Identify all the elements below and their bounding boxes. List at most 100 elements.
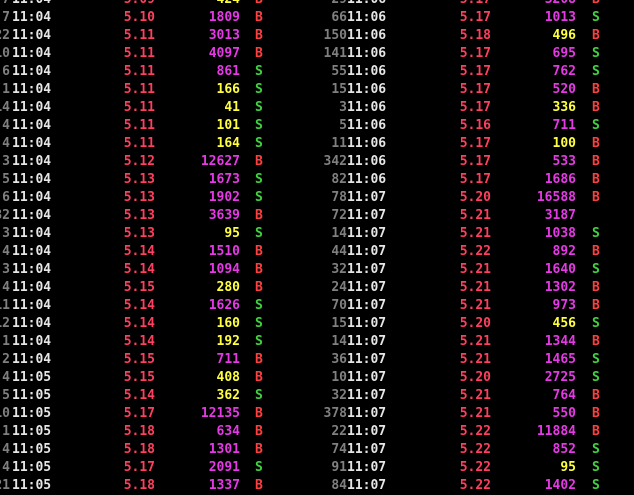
trade-time: 11:04 bbox=[12, 0, 51, 9]
trade-time: 11:06 bbox=[347, 100, 387, 115]
trade-price: 5.17 bbox=[123, 406, 155, 421]
trade-side: B bbox=[255, 154, 263, 169]
trade-volume: 550 bbox=[552, 406, 576, 421]
trade-side: S bbox=[592, 64, 600, 79]
trade-side: S bbox=[255, 388, 263, 403]
tick-row: 4 11:04 5.14 1510 B bbox=[0, 243, 320, 261]
trade-side: B bbox=[255, 442, 263, 457]
trade-side: S bbox=[255, 118, 263, 133]
trade-price: 5.22 bbox=[459, 244, 491, 259]
tick-row: 70 11:07 5.21 973 B bbox=[320, 297, 634, 315]
trade-side: B bbox=[592, 406, 600, 421]
trade-price: 5.09 bbox=[95, 0, 155, 9]
trade-side: S bbox=[592, 316, 600, 331]
trade-price: 5.22 bbox=[459, 442, 491, 457]
tick-row: 3 11:04 5.14 1094 B bbox=[0, 261, 320, 279]
trade-seq: 3 bbox=[2, 262, 10, 277]
trade-volume: 12135 bbox=[200, 406, 240, 421]
tick-row: 32 11:07 5.21 764 B bbox=[320, 387, 634, 405]
trade-volume: 1094 bbox=[208, 262, 240, 277]
trade-volume: 1402 bbox=[544, 478, 576, 493]
trade-price: 5.10 bbox=[123, 10, 155, 25]
trade-seq: 29 bbox=[305, 0, 347, 9]
trade-seq: 11 bbox=[331, 136, 347, 151]
trade-volume: 1013 bbox=[544, 10, 576, 25]
trade-volume: 456 bbox=[552, 316, 576, 331]
trade-seq: 4 bbox=[2, 118, 10, 133]
tick-row: 4 11:05 5.18 1301 B bbox=[0, 441, 320, 459]
tick-row: 2211:04 5.11 3013 B bbox=[0, 27, 320, 45]
tick-row: 5 11:05 5.14 362 S bbox=[0, 387, 320, 405]
trade-time: 11:07 bbox=[347, 190, 387, 205]
tick-row: 6 11:04 5.13 1902 S bbox=[0, 189, 320, 207]
tick-row: 711:04 5.09 424 B bbox=[0, 0, 320, 9]
trade-seq: 6 bbox=[2, 64, 10, 79]
trade-side: S bbox=[255, 136, 263, 151]
trade-price: 5.17 bbox=[459, 172, 491, 187]
tick-row: 66 11:06 5.17 1013 S bbox=[320, 9, 634, 27]
trade-seq: 22 bbox=[0, 28, 10, 43]
trade-side: B bbox=[592, 82, 600, 97]
trade-price: 5.14 bbox=[123, 316, 155, 331]
trade-price: 5.13 bbox=[123, 208, 155, 223]
trade-price: 5.17 bbox=[459, 136, 491, 151]
trade-time: 11:05 bbox=[12, 460, 52, 475]
trade-volume: 1301 bbox=[208, 442, 240, 457]
trade-seq: 24 bbox=[331, 280, 347, 295]
tick-row: 78 11:07 5.20 16588 B bbox=[320, 189, 634, 207]
tick-row: 342 11:06 5.17 533 B bbox=[320, 153, 634, 171]
trade-seq: 84 bbox=[331, 478, 347, 493]
tick-row: 84 11:07 5.22 1402 S bbox=[320, 477, 634, 495]
trade-volume: 1337 bbox=[208, 478, 240, 493]
trade-volume: 424 bbox=[180, 0, 240, 9]
trade-time: 11:07 bbox=[347, 406, 387, 421]
tick-row: 15 11:06 5.17 520 B bbox=[320, 81, 634, 99]
trade-time: 11:04 bbox=[12, 82, 52, 97]
tick-row: 1 11:04 5.14 192 S bbox=[0, 333, 320, 351]
trade-price: 5.22 bbox=[459, 478, 491, 493]
trade-time: 11:05 bbox=[12, 424, 52, 439]
trade-side: S bbox=[255, 460, 263, 475]
trade-price: 5.16 bbox=[459, 118, 491, 133]
trade-volume: 166 bbox=[216, 82, 240, 97]
trade-seq: 7 bbox=[2, 10, 10, 25]
trade-volume: 973 bbox=[552, 298, 576, 313]
trade-time: 11:07 bbox=[347, 316, 387, 331]
trade-side: S bbox=[255, 64, 263, 79]
trade-volume: 41 bbox=[224, 100, 240, 115]
trade-side: B bbox=[255, 244, 263, 259]
tick-row: 1411:04 5.11 41 S bbox=[0, 99, 320, 117]
trade-price: 5.11 bbox=[123, 118, 155, 133]
trade-price: 5.22 bbox=[459, 460, 491, 475]
trade-time: 11:04 bbox=[12, 154, 52, 169]
tick-row: 1011:04 5.11 4097 B bbox=[0, 45, 320, 63]
trade-volume: 520 bbox=[552, 82, 576, 97]
trade-seq: 55 bbox=[331, 64, 347, 79]
trade-side: B bbox=[255, 208, 263, 223]
trade-time: 11:05 bbox=[12, 478, 52, 493]
trade-volume: 4097 bbox=[208, 46, 240, 61]
right-tick-panel: 2911:065.173208B6611:065.171013S15011:06… bbox=[320, 0, 634, 494]
tick-row: 3 11:06 5.17 336 B bbox=[320, 99, 634, 117]
trade-side: S bbox=[255, 226, 263, 241]
trade-time: 11:05 bbox=[12, 442, 52, 457]
trade-side: S bbox=[255, 172, 263, 187]
tick-row: 3 11:04 5.12 12627 B bbox=[0, 153, 320, 171]
trade-volume: 336 bbox=[552, 100, 576, 115]
trade-volume: 1510 bbox=[208, 244, 240, 259]
trade-volume: 892 bbox=[552, 244, 576, 259]
trade-side: S bbox=[592, 46, 600, 61]
trade-volume: 1809 bbox=[208, 10, 240, 25]
tick-row: 10 11:07 5.20 2725 S bbox=[320, 369, 634, 387]
tick-row: 3211:04 5.13 3639 B bbox=[0, 207, 320, 225]
trade-price: 5.20 bbox=[459, 370, 491, 385]
trade-price: 5.11 bbox=[123, 100, 155, 115]
tick-row: 2111:05 5.18 1337 B bbox=[0, 477, 320, 495]
trade-price: 5.17 bbox=[459, 10, 491, 25]
trade-side: S bbox=[255, 100, 263, 115]
trade-volume: 861 bbox=[216, 64, 240, 79]
trade-price: 5.21 bbox=[459, 226, 491, 241]
trade-side: B bbox=[592, 244, 600, 259]
trade-seq: 74 bbox=[331, 442, 347, 457]
trade-seq: 378 bbox=[323, 406, 347, 421]
